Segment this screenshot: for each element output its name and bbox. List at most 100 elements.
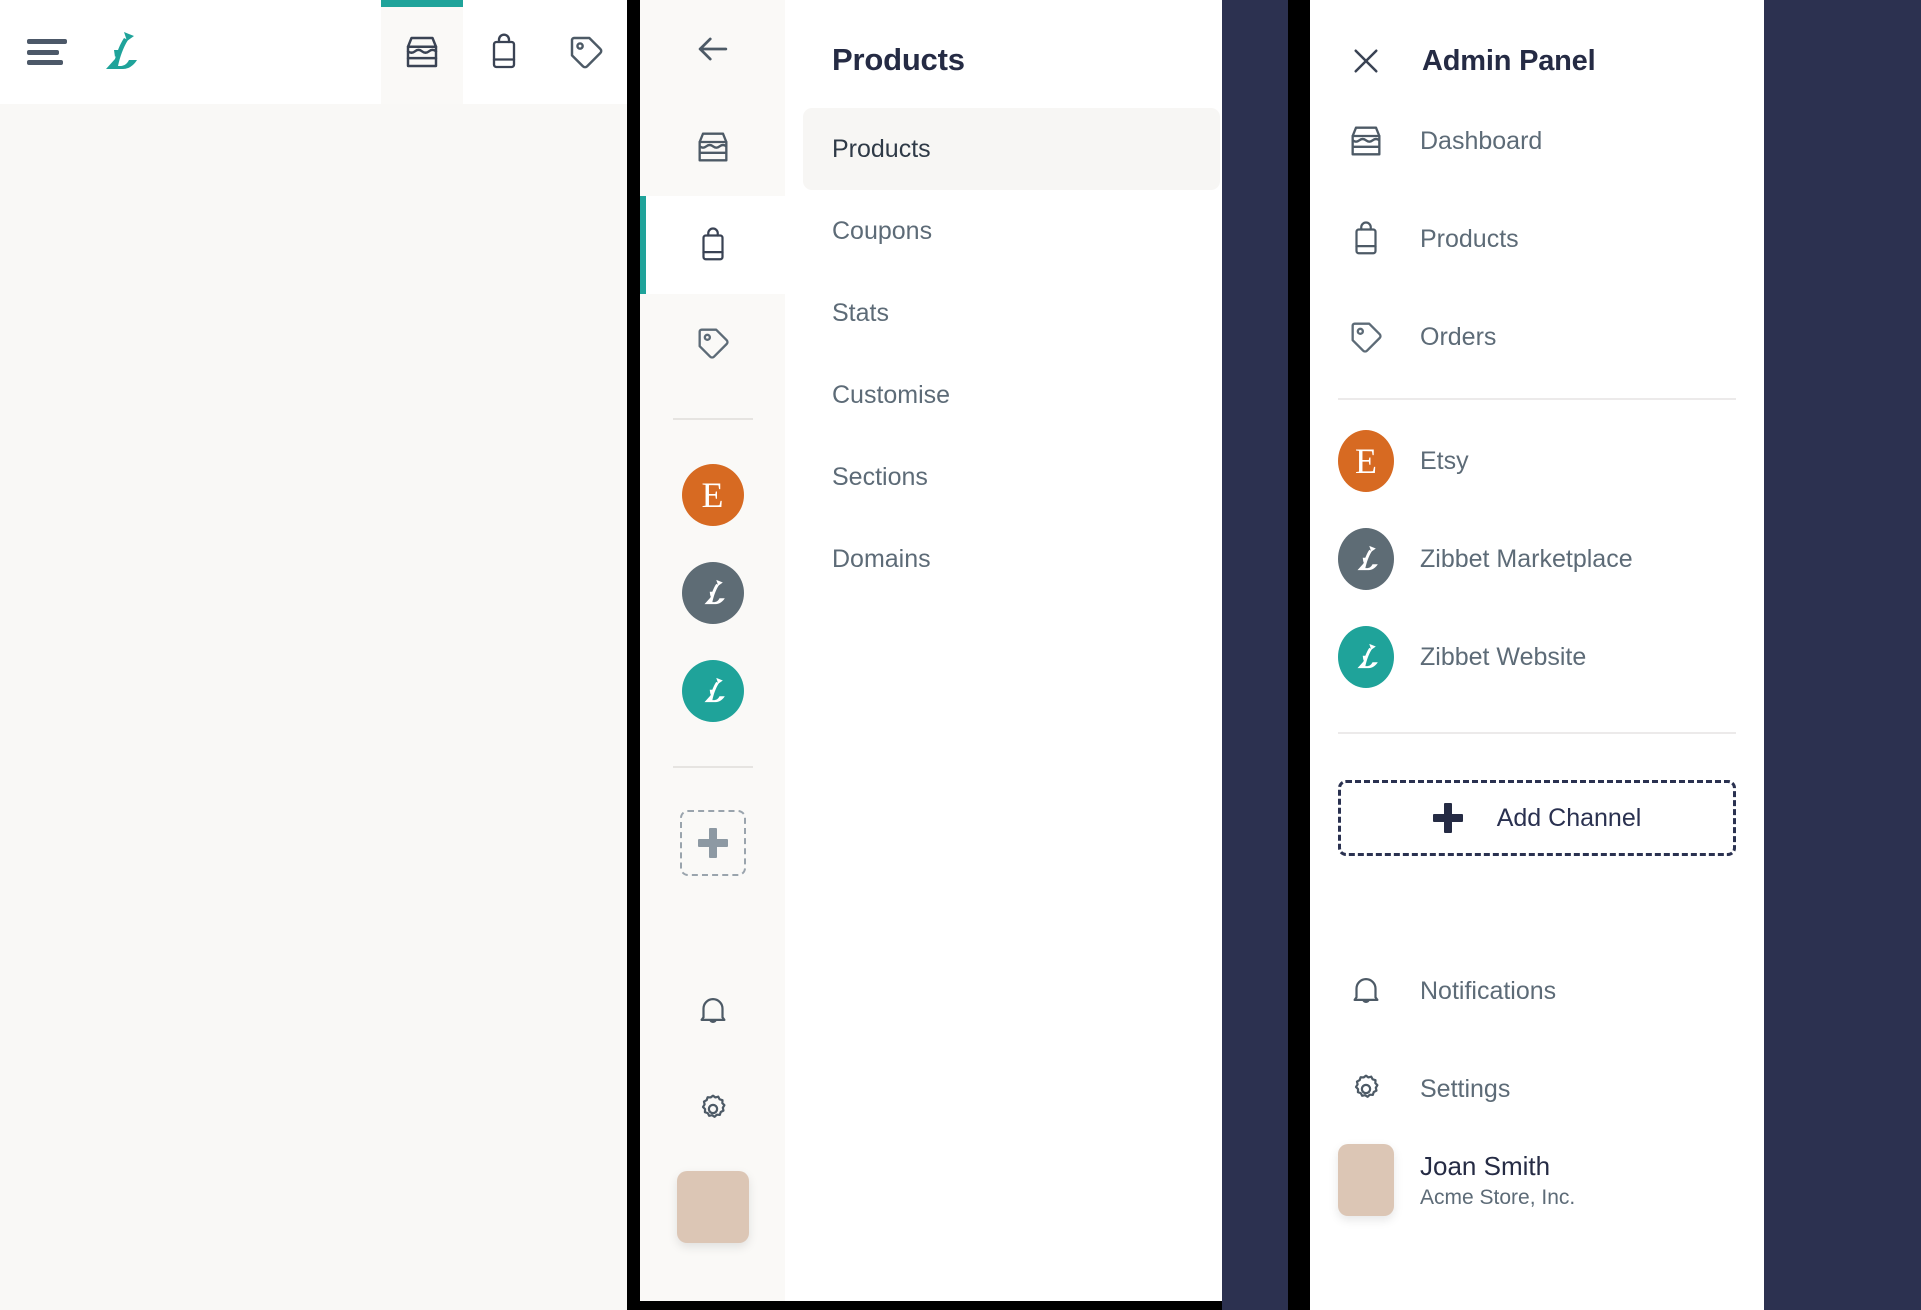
submenu-item-coupons[interactable]: Coupons	[803, 190, 1220, 272]
submenu-item-label: Domains	[832, 544, 931, 573]
gear-icon	[1338, 1070, 1394, 1108]
etsy-avatar: E	[1338, 430, 1394, 492]
tab-dashboard[interactable]	[381, 0, 463, 104]
zibbet-marketplace-avatar	[681, 562, 744, 624]
navy-backdrop-right	[1764, 0, 1921, 1310]
close-icon	[1354, 49, 1378, 73]
etsy-letter: E	[701, 475, 724, 515]
rail-channel-zibbet-marketplace[interactable]	[640, 544, 785, 642]
app-frame-panel	[0, 0, 627, 1310]
admin-user-text: Joan Smith Acme Store, Inc.	[1420, 1151, 1575, 1210]
products-submenu-panel: E Products Products Coupons Stats Custom…	[640, 0, 1222, 1310]
admin-item-label: Notifications	[1420, 976, 1557, 1005]
close-button[interactable]	[1338, 42, 1394, 80]
submenu-item-label: Coupons	[832, 216, 933, 245]
icon-rail: E	[640, 0, 785, 1301]
storefront-icon	[698, 132, 727, 162]
submenu-item-products[interactable]: Products	[803, 108, 1220, 190]
shopping-bag-icon	[1338, 220, 1394, 258]
storefront-icon	[406, 36, 438, 68]
admin-channel-zibbet-website[interactable]: Zibbet Website	[1310, 608, 1764, 706]
navy-backdrop-left	[1222, 0, 1288, 1310]
rail-item-products[interactable]	[640, 196, 785, 294]
admin-item-label: Settings	[1420, 1074, 1511, 1103]
price-tag-icon	[570, 36, 603, 69]
user-avatar	[676, 1171, 749, 1243]
admin-item-settings[interactable]: Settings	[1310, 1040, 1764, 1138]
rail-item-dashboard[interactable]	[640, 98, 785, 196]
submenu-item-domains[interactable]: Domains	[803, 518, 1220, 600]
user-org: Acme Store, Inc.	[1420, 1185, 1576, 1209]
rail-settings-button[interactable]	[640, 1060, 785, 1158]
hamburger-icon[interactable]	[27, 37, 67, 67]
admin-item-products[interactable]: Products	[1310, 190, 1764, 288]
panel-divider-1	[627, 0, 640, 1310]
admin-item-label: Orders	[1420, 322, 1497, 351]
submenu-item-stats[interactable]: Stats	[803, 272, 1220, 354]
tab-orders[interactable]	[545, 0, 627, 104]
admin-channel-label: Zibbet Website	[1420, 642, 1587, 671]
plus-icon	[1432, 803, 1463, 833]
admin-item-orders[interactable]: Orders	[1310, 288, 1764, 386]
zibbet-swan-icon	[704, 677, 725, 703]
rail-divider	[672, 418, 753, 420]
add-channel-box	[679, 810, 746, 876]
rail-user-avatar-button[interactable]	[640, 1158, 785, 1256]
submenu-item-sections[interactable]: Sections	[803, 436, 1220, 518]
admin-item-label: Products	[1420, 224, 1519, 253]
admin-channel-etsy[interactable]: E Etsy	[1310, 412, 1764, 510]
storefront-icon	[1338, 121, 1394, 161]
admin-panel-header: Admin Panel	[1310, 0, 1764, 92]
rail-channel-zibbet-website[interactable]	[640, 642, 785, 740]
etsy-letter: E	[1355, 441, 1377, 481]
brand-area	[0, 26, 145, 78]
admin-channel-zibbet-marketplace[interactable]: Zibbet Marketplace	[1310, 510, 1764, 608]
app-tab-bar	[381, 0, 627, 104]
back-button[interactable]	[640, 0, 785, 98]
plus-icon	[697, 828, 728, 858]
rail-add-channel-button[interactable]	[640, 794, 785, 892]
submenu-item-label: Products	[832, 134, 931, 163]
admin-item-notifications[interactable]: Notifications	[1310, 942, 1764, 1040]
submenu-item-label: Customise	[832, 380, 951, 409]
submenu-item-customise[interactable]: Customise	[803, 354, 1220, 436]
zibbet-swan-icon	[1357, 545, 1378, 571]
rail-item-orders[interactable]	[640, 294, 785, 392]
admin-channel-label: Zibbet Marketplace	[1420, 544, 1633, 573]
submenu-item-label: Sections	[832, 462, 928, 491]
etsy-avatar: E	[681, 464, 744, 526]
zibbet-swan-icon	[1357, 643, 1378, 669]
submenu-column: Products Products Coupons Stats Customis…	[785, 0, 1222, 1301]
zibbet-swan-logo[interactable]	[93, 26, 145, 78]
shopping-bag-icon	[492, 33, 516, 69]
admin-panel: Admin Panel Dashboard Products Orders E …	[1310, 0, 1764, 1310]
bell-icon	[1338, 972, 1394, 1010]
admin-item-label: Dashboard	[1420, 126, 1543, 155]
rail-channel-etsy[interactable]: E	[640, 446, 785, 544]
admin-channel-label: Etsy	[1420, 446, 1469, 475]
app-topbar	[0, 0, 627, 104]
zibbet-swan-icon	[704, 579, 725, 605]
add-channel-label: Add Channel	[1496, 803, 1642, 832]
zibbet-marketplace-avatar	[1338, 528, 1394, 590]
section-divider	[1338, 398, 1736, 400]
zibbet-website-avatar	[1338, 626, 1394, 688]
price-tag-icon	[698, 328, 729, 359]
user-avatar	[1338, 1144, 1394, 1216]
rail-notifications-button[interactable]	[640, 962, 785, 1060]
admin-item-dashboard[interactable]: Dashboard	[1310, 92, 1764, 190]
tab-products[interactable]	[463, 0, 545, 104]
panel-divider-2	[1288, 0, 1310, 1310]
admin-panel-title: Admin Panel	[1422, 44, 1596, 77]
shopping-bag-icon	[701, 227, 724, 261]
add-channel-button[interactable]: Add Channel	[1338, 780, 1736, 856]
back-arrow-icon	[698, 37, 727, 61]
rail-divider-2	[672, 766, 753, 768]
gear-icon	[701, 1094, 726, 1118]
admin-user-row[interactable]: Joan Smith Acme Store, Inc.	[1310, 1144, 1764, 1216]
bell-icon	[699, 998, 726, 1023]
zibbet-website-avatar	[681, 660, 744, 722]
user-name: Joan Smith	[1420, 1150, 1551, 1181]
submenu-item-label: Stats	[832, 298, 889, 327]
price-tag-icon	[1338, 317, 1394, 357]
